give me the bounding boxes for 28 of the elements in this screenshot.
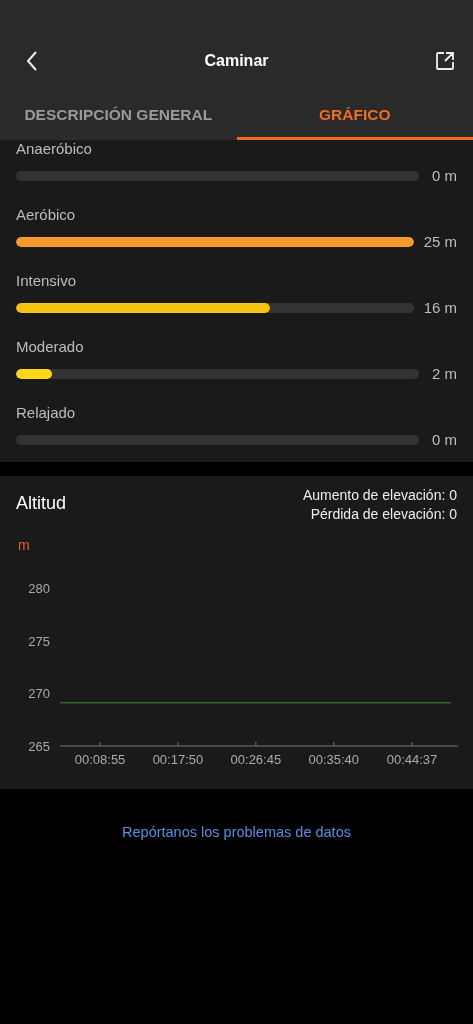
report-link[interactable]: Repórtanos los problemas de datos xyxy=(122,824,351,840)
x-tick-label: 00:44:37 xyxy=(386,752,438,767)
zone-value: 25 m xyxy=(423,233,457,250)
x-tick-label: 00:35:40 xyxy=(308,752,360,767)
zone-label: Aeróbico xyxy=(16,206,77,224)
share-icon[interactable] xyxy=(435,51,455,71)
tab[interactable]: DESCRIPCIÓN GENERAL xyxy=(0,96,237,140)
zone-label: Intensivo xyxy=(16,272,78,290)
y-tick-label: 265 xyxy=(28,739,50,754)
zone-value: 16 m xyxy=(423,299,457,316)
unit-label: m xyxy=(18,537,31,553)
zone-label: Anaeróbico xyxy=(16,140,93,158)
zone-label: Moderado xyxy=(16,338,85,356)
zone-value: 0 m xyxy=(431,431,457,448)
elevation-loss: Pérdida de elevación: 0 xyxy=(310,505,457,524)
zone-label: Relajado xyxy=(16,404,77,422)
elevation-gain: Aumento de elevación: 0 xyxy=(302,486,457,505)
y-tick-label: 275 xyxy=(28,633,50,649)
y-tick-label: 280 xyxy=(28,581,50,596)
zone-value: 2 m xyxy=(431,365,457,382)
back-icon[interactable] xyxy=(26,51,38,71)
y-tick-label: 270 xyxy=(28,686,50,702)
zone-value: 0 m xyxy=(431,167,457,184)
altitude-title: Altitud xyxy=(16,493,67,514)
x-tick-label: 00:17:50 xyxy=(152,752,204,767)
x-tick-label: 00:08:55 xyxy=(74,752,126,767)
x-tick-label: 00:26:45 xyxy=(230,752,282,767)
screen-title: Caminar xyxy=(204,52,269,70)
